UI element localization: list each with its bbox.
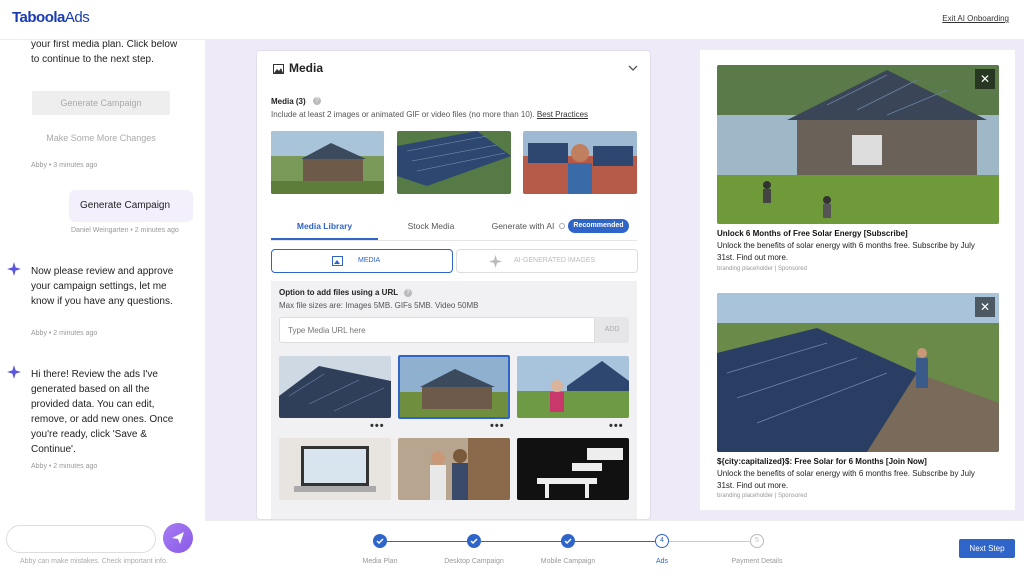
step-payment-details[interactable]: 5: [750, 534, 764, 548]
help-icon[interactable]: ?: [313, 97, 321, 105]
url-option-title: Option to add files using a URL: [279, 288, 399, 297]
media-card: Media Media (3) ? Include at least 2 ima…: [256, 50, 651, 520]
tab-divider: [271, 240, 637, 241]
ad-description: Unlock the benefits of solar energy with…: [717, 469, 975, 490]
ad-branding: branding placeholder | Sponsored: [717, 493, 807, 499]
selected-media-thumb[interactable]: [523, 131, 637, 194]
send-button[interactable]: [163, 523, 193, 553]
chat-message-input[interactable]: [6, 525, 156, 553]
close-icon[interactable]: ✕: [975, 69, 995, 89]
user-message-bubble: Generate Campaign: [69, 190, 193, 222]
ad-image: [717, 293, 999, 452]
assistant-chat-panel: your first media plan. Click below to co…: [0, 40, 205, 577]
check-icon: [376, 538, 384, 545]
step-desktop-campaign[interactable]: [467, 534, 481, 548]
ad-title[interactable]: ${city:capitalized}$: Free Solar for 6 M…: [717, 457, 927, 466]
exit-onboarding-link[interactable]: Exit AI Onboarding: [942, 14, 1009, 23]
step-label: Ads: [655, 558, 669, 565]
ad-brand-text: branding placeholder: [717, 493, 774, 499]
check-icon: [564, 538, 572, 545]
ad-preview-panel: ✕ Unlock 6 Months of Free Solar Energy […: [700, 50, 1015, 510]
media-hint-text: Include at least 2 images or animated GI…: [271, 110, 535, 119]
selected-media-thumb[interactable]: [397, 131, 511, 194]
media-toggle-label: MEDIA: [358, 257, 381, 264]
tab-media-library[interactable]: Media Library: [271, 221, 378, 231]
more-options-icon[interactable]: •••: [370, 420, 385, 432]
ad-branding: branding placeholder | Sponsored: [717, 266, 807, 272]
more-options-icon[interactable]: •••: [490, 420, 505, 432]
user-message-meta: Daniel Weingarten • 2 minutes ago: [71, 227, 179, 234]
step-media-plan[interactable]: [373, 534, 387, 548]
step-connector: [481, 541, 562, 542]
library-media-thumb[interactable]: [517, 356, 629, 418]
check-icon: [470, 538, 478, 545]
step-label: Desktop Campaign: [444, 558, 504, 565]
image-icon: [332, 256, 343, 266]
library-media-thumb-selected[interactable]: [398, 355, 510, 419]
media-hint: Include at least 2 images or animated GI…: [271, 110, 588, 119]
taboola-ads-logo[interactable]: TaboolaAds: [12, 9, 90, 26]
step-label: Payment Details: [731, 558, 783, 565]
recommended-badge: Recommended: [568, 219, 629, 233]
library-media-thumb[interactable]: [279, 438, 391, 500]
top-bar: TaboolaAds Exit AI Onboarding: [0, 0, 1024, 40]
ad-description: Unlock the benefits of solar energy with…: [717, 241, 975, 262]
ad-brand-text: branding placeholder: [717, 266, 774, 272]
step-connector: [669, 541, 750, 542]
sponsored-label: Sponsored: [777, 493, 807, 499]
assistant-sparkle-icon: [7, 262, 21, 276]
add-url-button[interactable]: ADD: [595, 317, 629, 343]
step-connector: [575, 541, 656, 542]
step-label: Media Plan: [362, 558, 398, 565]
library-media-thumb[interactable]: [279, 356, 391, 418]
message-meta: Abby • 2 minutes ago: [31, 463, 98, 470]
message-meta: Abby • 3 minutes ago: [31, 162, 98, 169]
sponsored-label: Sponsored: [777, 266, 807, 272]
tab-generate-with-ai[interactable]: Generate with AI: [484, 221, 562, 231]
logo-ads-text: Ads: [64, 9, 90, 26]
media-toggle-button[interactable]: MEDIA: [271, 249, 453, 273]
file-size-info: Max file sizes are: Images 5MB. GIFs 5MB…: [279, 301, 479, 310]
next-step-button[interactable]: Next Step: [959, 539, 1015, 558]
assistant-sparkle-icon: [7, 365, 21, 379]
generate-campaign-button[interactable]: Generate Campaign: [32, 91, 170, 115]
assistant-message: Now please review and approve your campa…: [31, 266, 174, 307]
step-ads[interactable]: 4: [655, 534, 669, 548]
tab-stock-media[interactable]: Stock Media: [381, 221, 481, 231]
ai-generated-images-toggle[interactable]: AI-GENERATED IMAGES: [456, 249, 638, 273]
step-mobile-campaign[interactable]: [561, 534, 575, 548]
sparkle-icon: [489, 255, 502, 268]
step-label: Mobile Campaign: [540, 558, 596, 565]
media-section-title: Media: [289, 61, 324, 75]
logo-text: Taboola: [12, 9, 65, 26]
best-practices-link[interactable]: Best Practices: [537, 110, 588, 119]
media-url-input[interactable]: [279, 317, 595, 343]
more-options-icon[interactable]: •••: [609, 420, 624, 432]
ai-toggle-label: AI-GENERATED IMAGES: [514, 257, 596, 264]
send-icon: [172, 532, 184, 544]
selected-media-thumb[interactable]: [271, 131, 384, 194]
media-library-panel: Option to add files using a URL ? Max fi…: [271, 281, 637, 519]
ad-title[interactable]: Unlock 6 Months of Free Solar Energy [Su…: [717, 229, 908, 238]
chevron-down-icon[interactable]: [628, 64, 638, 72]
library-media-thumb[interactable]: [398, 438, 510, 500]
assistant-message: your first media plan. Click below to co…: [31, 40, 178, 65]
library-media-thumb[interactable]: [517, 438, 629, 500]
info-icon: [559, 223, 565, 229]
step-connector: [387, 541, 468, 542]
image-icon: [273, 64, 284, 74]
message-meta: Abby • 2 minutes ago: [31, 330, 98, 337]
chat-disclaimer: Abby can make mistakes. Check important …: [20, 558, 168, 565]
help-icon[interactable]: ?: [404, 289, 412, 297]
media-count-label: Media (3): [271, 97, 306, 106]
ad-image: [717, 65, 999, 224]
close-icon[interactable]: ✕: [975, 297, 995, 317]
assistant-message: Hi there! Review the ads I've generated …: [31, 369, 174, 455]
make-more-changes-button[interactable]: Make Some More Changes: [32, 133, 170, 143]
progress-stepper: Media Plan Desktop Campaign Mobile Campa…: [205, 520, 1024, 577]
